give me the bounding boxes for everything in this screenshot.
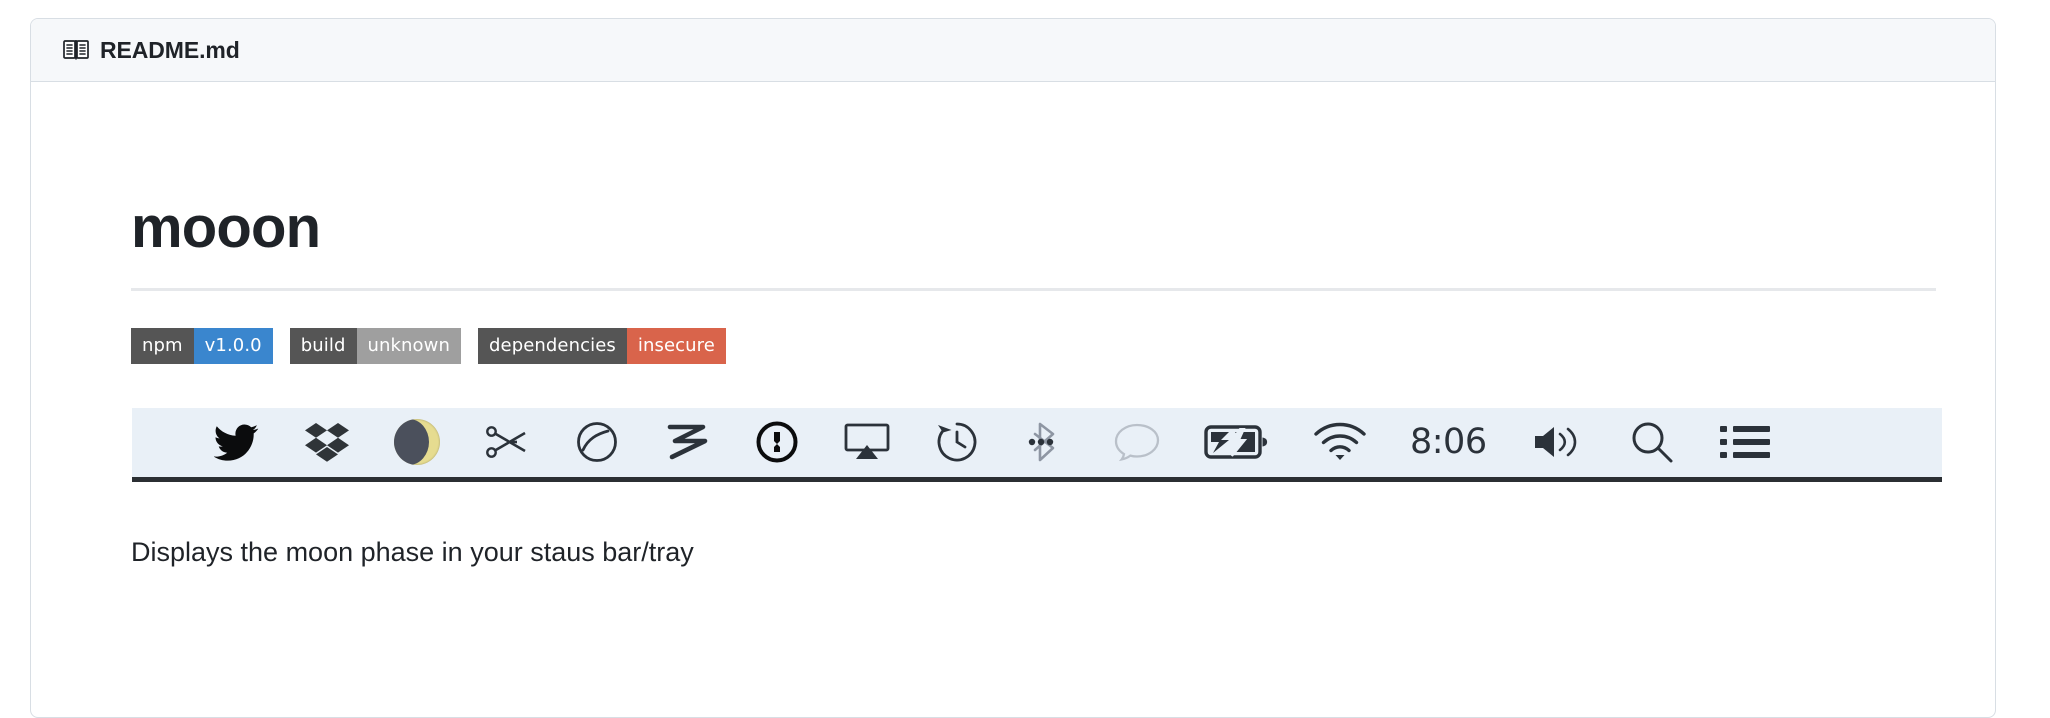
readme-filename: README.md [100, 36, 240, 63]
dependencies-badge-label: dependencies [478, 327, 627, 364]
bluetooth-icon [1024, 408, 1070, 477]
npm-version-badge[interactable]: npm v1.0.0 [131, 327, 273, 364]
book-icon [63, 39, 100, 61]
page-title: mooon [131, 195, 321, 260]
spotlight-search-icon[interactable] [1629, 408, 1675, 477]
title-divider [131, 287, 1936, 291]
clock-time: 8:06 [1410, 422, 1487, 463]
badge-row: npm v1.0.0 build unknown dependencies in… [131, 327, 1935, 364]
time-machine-icon [934, 408, 980, 477]
onepassword-icon [754, 408, 800, 477]
battery-charging-icon [1204, 408, 1270, 477]
build-status-badge[interactable]: build unknown [289, 327, 461, 364]
dependencies-badge-value: insecure [626, 327, 726, 364]
airplay-icon [844, 408, 890, 477]
twitter-icon [214, 408, 260, 477]
messages-icon [1114, 408, 1160, 477]
wifi-icon [1314, 408, 1366, 477]
notification-center-icon[interactable] [1719, 408, 1771, 477]
scissors-icon [484, 408, 530, 477]
build-status-badge-label: build [289, 327, 357, 364]
statusbar-screenshot: 8:06 [132, 407, 1942, 482]
markdown-content: mooon npm v1.0.0 build unknown dependenc… [31, 82, 1995, 572]
readme-card-body: mooon npm v1.0.0 build unknown dependenc… [31, 82, 1995, 572]
project-description: Displays the moon phase in your staus ba… [131, 536, 694, 567]
statusbar-icons: 8:06 [132, 408, 1942, 477]
moon-phase-icon [394, 408, 440, 477]
npm-version-badge-value: v1.0.0 [193, 327, 273, 364]
dropbox-icon [304, 408, 350, 477]
npm-version-badge-label: npm [131, 327, 194, 364]
readme-card: README.md mooon npm v1.0.0 build unknown… [30, 18, 1996, 718]
readme-card-header: README.md [31, 19, 1995, 82]
volume-icon [1531, 408, 1585, 477]
circle-swoosh-icon [574, 408, 620, 477]
moon-phase-glyph [394, 419, 440, 466]
zigzag-icon [664, 408, 710, 477]
build-status-badge-value: unknown [356, 327, 461, 364]
dependencies-badge[interactable]: dependencies insecure [478, 327, 726, 364]
